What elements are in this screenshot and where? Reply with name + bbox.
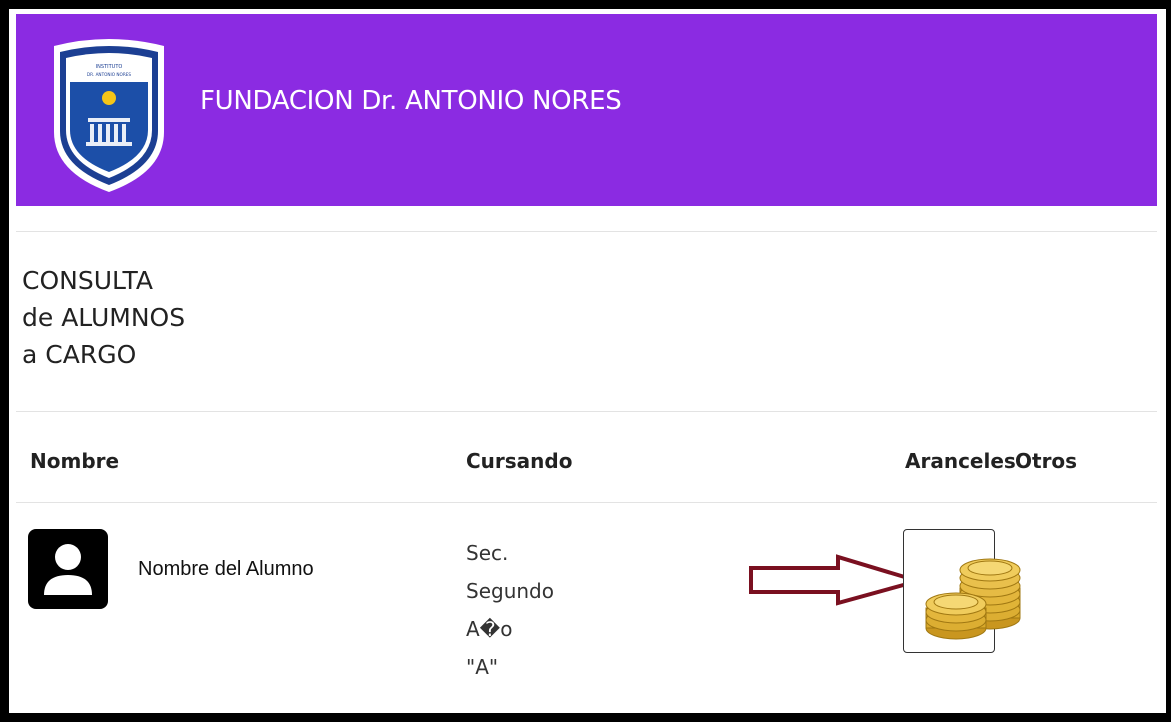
course-line: Segundo bbox=[466, 579, 554, 603]
page-title: CONSULTA de ALUMNOS a CARGO bbox=[22, 262, 185, 373]
column-header-otros: Otros bbox=[1015, 449, 1078, 473]
arrow-right-icon bbox=[749, 554, 924, 606]
person-icon bbox=[28, 529, 108, 609]
coins-icon bbox=[925, 558, 1021, 640]
sun-icon bbox=[102, 91, 116, 105]
divider bbox=[16, 231, 1157, 232]
student-name: Nombre del Alumno bbox=[138, 558, 314, 580]
brand-title[interactable]: FUNDACION Dr. ANTONIO NORES bbox=[200, 86, 622, 116]
course-line: "A" bbox=[466, 655, 499, 679]
institute-logo: INSTITUTO DR. ANTONIO NORES bbox=[54, 39, 164, 192]
divider bbox=[16, 411, 1157, 412]
course-info: Sec. Segundo A�o "A" bbox=[466, 534, 554, 686]
divider bbox=[16, 502, 1157, 503]
page-title-line: CONSULTA bbox=[22, 266, 153, 295]
page-title-line: a CARGO bbox=[22, 340, 137, 369]
page-title-line: de ALUMNOS bbox=[22, 303, 186, 332]
app-header: INSTITUTO DR. ANTONIO NORES FUNDACION Dr… bbox=[16, 14, 1157, 206]
column-header-aranceles: Aranceles bbox=[905, 449, 1016, 473]
logo-text-1: INSTITUTO bbox=[96, 64, 123, 70]
course-line: Sec. bbox=[466, 541, 509, 565]
column-header-cursando: Cursando bbox=[466, 449, 573, 473]
course-line: A�o bbox=[466, 617, 513, 641]
column-header-nombre: Nombre bbox=[30, 449, 120, 473]
logo-text-2: DR. ANTONIO NORES bbox=[87, 72, 131, 77]
aranceles-button[interactable] bbox=[903, 529, 1021, 653]
